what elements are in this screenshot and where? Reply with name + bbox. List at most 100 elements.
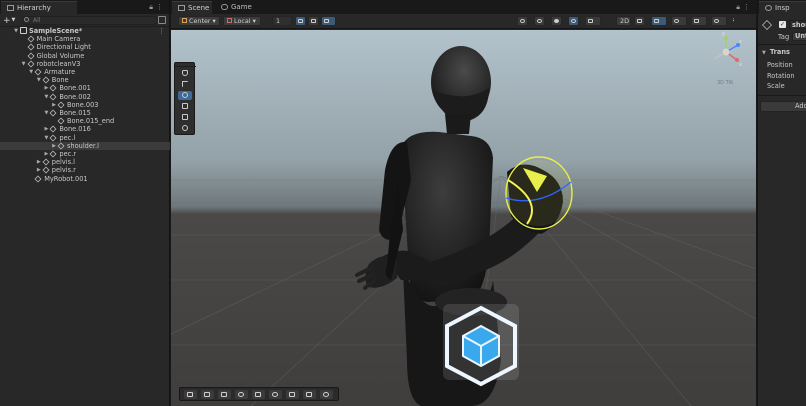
lock-icon[interactable]: 🔒︎ — [149, 3, 156, 11]
overlay-hierarchy-button[interactable] — [201, 390, 214, 399]
hierarchy-row[interactable]: ▶ Bone.001 — [0, 84, 170, 92]
hierarchy-search-input[interactable] — [22, 16, 158, 25]
shading-mode-button[interactable] — [568, 16, 579, 26]
foldout-expanded-icon[interactable]: ▼ — [13, 27, 19, 35]
snap-increment-field[interactable]: 1 — [272, 16, 292, 26]
foldout-expanded-icon[interactable]: ▼ — [43, 109, 49, 117]
scale-tool-button[interactable] — [178, 102, 192, 111]
foldout-collapsed-icon[interactable]: ▶ — [43, 84, 49, 92]
tab-actions[interactable]: 🔒︎⋮ — [149, 3, 166, 12]
foldout-collapsed-icon[interactable]: ▶ — [43, 150, 49, 158]
hierarchy-row-label: SampleScene* — [29, 27, 83, 35]
tab-hierarchy[interactable]: Hierarchy — [1, 1, 77, 14]
overlay-grid-button[interactable] — [218, 390, 231, 399]
foldout-collapsed-icon[interactable]: ▶ — [43, 125, 49, 133]
hierarchy-row[interactable]: ▼ pec.l — [0, 134, 170, 142]
local-space-icon — [227, 18, 232, 23]
active-checkbox[interactable]: ✓ — [779, 21, 786, 28]
hierarchy-row[interactable]: ▼ Bone — [0, 76, 170, 84]
scene-render[interactable]: y z x 3D Tilt — [171, 30, 756, 406]
foldout-expanded-icon[interactable]: ▼ — [21, 60, 27, 68]
shaded-button[interactable] — [534, 16, 545, 26]
gameobject-cube-icon — [34, 68, 42, 76]
tab-menu-icon[interactable]: ⋮ — [156, 3, 166, 11]
axis-x-label: x — [739, 62, 742, 68]
add-component-button[interactable]: Add — [760, 101, 806, 112]
camera-icon — [694, 19, 699, 23]
hierarchy-row[interactable]: ▶ pelvis.l — [0, 158, 170, 166]
rotate-tool-button[interactable] — [178, 91, 192, 100]
add-object-button[interactable]: +▼ — [3, 15, 15, 26]
scene-tab-actions[interactable]: 🔒︎⋮ — [736, 3, 753, 12]
effects-toggle-button[interactable] — [651, 16, 667, 26]
snap-settings-button[interactable] — [308, 16, 319, 26]
visibility-button[interactable] — [671, 16, 687, 26]
rect-tool-button[interactable] — [178, 113, 192, 122]
gameobject-cube-icon — [49, 125, 57, 133]
foldout-collapsed-icon[interactable]: ▶ — [36, 166, 42, 174]
foldout-collapsed-icon[interactable]: ▶ — [51, 101, 57, 109]
camera-settings-button[interactable] — [691, 16, 707, 26]
hierarchy-row[interactable]: Main Camera — [0, 35, 170, 43]
gizmos-button[interactable] — [711, 16, 727, 26]
overlay-frame-button[interactable] — [303, 390, 316, 399]
hierarchy-row[interactable]: ▶ pelvis.r — [0, 166, 170, 174]
hierarchy-row[interactable]: ▼ Armature — [0, 68, 170, 76]
hierarchy-row[interactable]: ▶ shoulder.l — [0, 141, 170, 150]
scene-menu-icon[interactable]: ⋮ — [158, 27, 165, 35]
hierarchy-row[interactable]: Bone.015_end — [0, 117, 170, 125]
hierarchy-row[interactable]: Global Volume — [0, 52, 170, 60]
palette-drag-handle[interactable] — [175, 63, 196, 67]
overlay-search-button[interactable] — [269, 390, 282, 399]
scene-view-menu-button[interactable] — [731, 16, 745, 26]
hierarchy-row[interactable]: ▶ Bone.003 — [0, 101, 170, 109]
hierarchy-row[interactable]: Directional Light — [0, 43, 170, 51]
hierarchy-row[interactable]: ▼ SampleScene* ⋮ — [0, 27, 170, 35]
hand-tool-button[interactable] — [178, 69, 192, 78]
overlay-bones-button[interactable] — [252, 390, 265, 399]
tab-scene[interactable]: Scene — [172, 1, 212, 14]
hierarchy-row[interactable]: MyRobot.001 — [0, 175, 170, 183]
foldout-collapsed-icon[interactable]: ▶ — [36, 158, 42, 166]
object-name: shou — [792, 21, 806, 29]
grid-visibility-button[interactable] — [321, 16, 336, 26]
scene-viewport[interactable]: y z x 3D Tilt — [171, 30, 756, 406]
overlay-settings-button[interactable] — [320, 390, 333, 399]
space-dropdown[interactable]: Local ▾ — [223, 16, 261, 26]
tab-inspector[interactable]: Insp — [759, 1, 806, 14]
toggle-2d-button[interactable]: 2D — [616, 16, 631, 26]
object-name-field[interactable]: shou — [789, 20, 806, 29]
transform-component-header[interactable]: ▼ Trans — [762, 48, 790, 56]
foldout-expanded-icon[interactable]: ▼ — [28, 68, 34, 76]
overlay-move-button[interactable] — [184, 390, 197, 399]
snap-value: 1 — [276, 17, 281, 25]
foldout-expanded-icon[interactable]: ▼ — [36, 76, 42, 84]
rotate-gizmo[interactable] — [505, 156, 573, 230]
transform-tool-button[interactable] — [178, 124, 192, 133]
move-tool-button[interactable] — [178, 80, 192, 89]
scene-fx-button[interactable] — [585, 16, 601, 26]
hierarchy-row[interactable]: ▼ robotcleanV3 — [0, 60, 170, 68]
hierarchy-row[interactable]: ▶ Bone.016 — [0, 125, 170, 133]
tag-dropdown[interactable]: Unta — [792, 32, 806, 41]
filter-icon[interactable] — [158, 16, 166, 24]
tab-menu-icon[interactable]: ⋮ — [743, 3, 753, 11]
pivot-dropdown[interactable]: Center ▾ — [178, 16, 220, 26]
overlay-shading-button[interactable] — [235, 390, 248, 399]
snap-grid-button[interactable] — [295, 16, 306, 26]
hierarchy-row[interactable]: ▼ Bone.002 — [0, 93, 170, 101]
lock-icon[interactable]: 🔒︎ — [736, 3, 743, 11]
projection-label: 3D Tilt — [717, 80, 733, 86]
overlay-pivot-button[interactable] — [286, 390, 299, 399]
wireframe-sphere-icon — [537, 19, 542, 23]
lighting-button[interactable] — [551, 16, 562, 26]
audio-toggle-button[interactable] — [634, 16, 645, 26]
foldout-collapsed-icon[interactable]: ▶ — [51, 142, 57, 150]
tab-game[interactable]: Game — [215, 1, 252, 14]
hierarchy-row[interactable]: ▼ Bone.015 — [0, 109, 170, 117]
draw-mode-button[interactable] — [517, 16, 528, 26]
hierarchy-row-label: Directional Light — [36, 43, 91, 52]
lightprobe-cube-icon[interactable] — [443, 304, 519, 387]
hierarchy-row[interactable]: ▶ pec.r — [0, 150, 170, 158]
hierarchy-row-label: Bone.015 — [59, 109, 91, 117]
